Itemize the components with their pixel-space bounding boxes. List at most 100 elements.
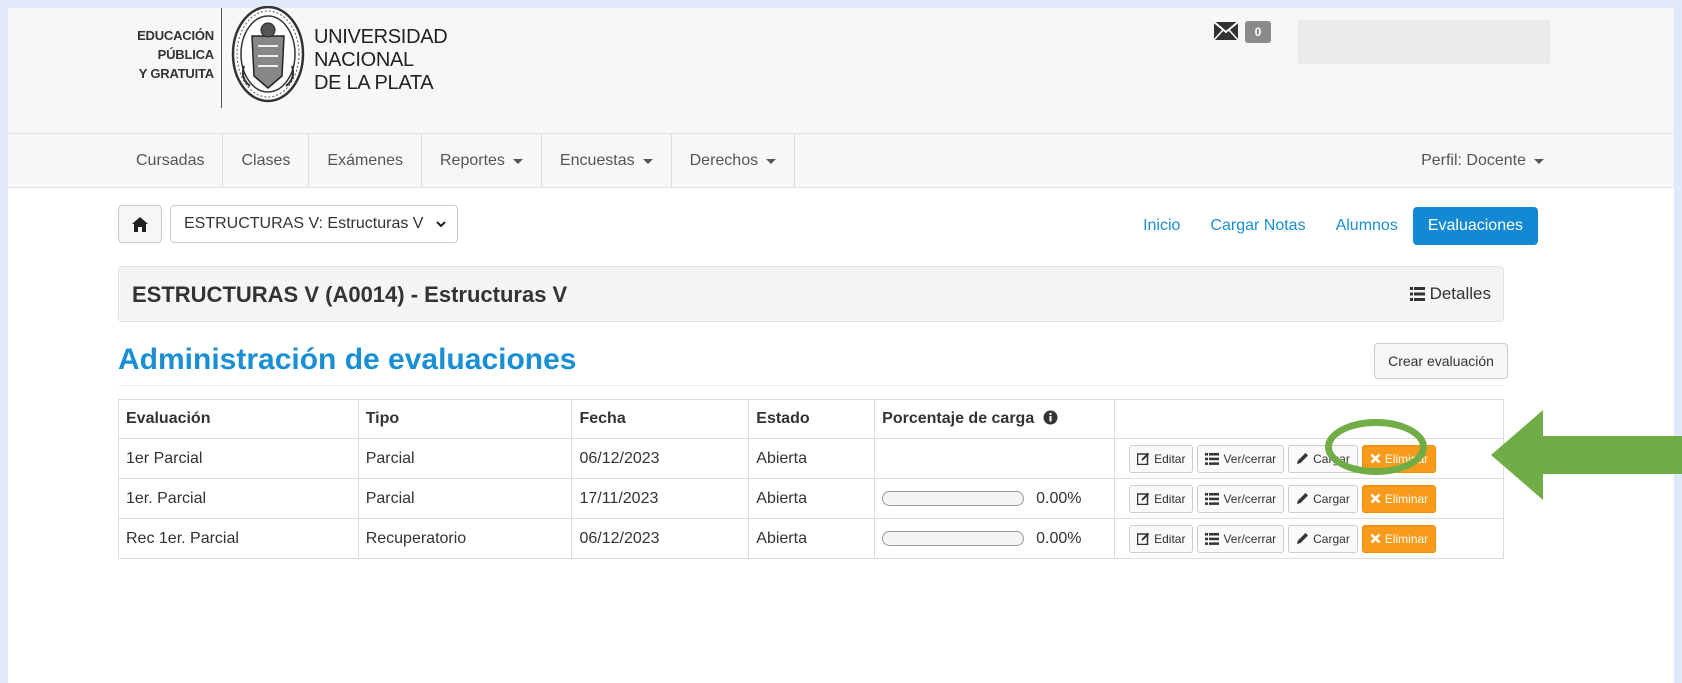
edit-button[interactable]: Editar [1129,484,1194,513]
divider [118,385,1504,386]
delete-label: Eliminar [1384,531,1429,546]
home-icon [132,216,148,232]
edit-icon [1137,532,1150,545]
profile-dropdown[interactable]: Perfil: Docente [1421,134,1544,188]
load-label: Cargar [1313,531,1350,546]
home-button[interactable] [118,205,162,243]
university-name: UNIVERSIDAD NACIONAL DE LA PLATA [314,26,448,95]
load-grades-button[interactable]: Cargar [1288,484,1358,513]
progress-bar [882,531,1025,546]
close-icon [1370,533,1381,544]
nav-item-cursadas[interactable]: Cursadas [118,134,224,188]
row-actions: Editar Ver/cerrar Cargar Eliminar [1122,484,1496,513]
view-close-label: Ver/cerrar [1223,531,1277,546]
cell-actions: Editar Ver/cerrar Cargar Eliminar [1114,438,1504,479]
cell-fecha: 06/12/2023 [571,438,750,479]
nav-item-clases[interactable]: Clases [223,134,310,188]
education-slogan: EDUCACIÓN PÚBLICA Y GRATUITA [118,26,214,83]
delete-button[interactable]: Eliminar [1361,484,1437,513]
cell-estado: Abierta [748,438,876,479]
edit-button[interactable]: Editar [1129,444,1194,473]
edit-icon [1137,452,1150,465]
table-row: Rec 1er. Parcial Recuperatorio 06/12/202… [118,518,1504,559]
table-row: 1er Parcial Parcial 06/12/2023 Abierta E… [118,438,1504,479]
pencil-icon [1297,533,1309,544]
tab-alumnos[interactable]: Alumnos [1321,207,1413,245]
nav-item-examenes[interactable]: Exámenes [309,134,422,188]
delete-label: Eliminar [1384,491,1429,506]
tab-inicio[interactable]: Inicio [1128,207,1195,245]
message-count-badge[interactable]: 0 [1245,21,1271,43]
details-button[interactable]: Detalles [1409,284,1491,304]
caret-down-icon [642,158,653,164]
cell-fecha: 06/12/2023 [571,518,750,559]
cell-tipo: Recuperatorio [357,518,573,559]
progress-group: 0.00% [882,490,1107,508]
university-name-line: DE LA PLATA [314,72,434,94]
arrow-left-icon [1491,410,1682,500]
nav-item-label: Exámenes [327,152,403,169]
column-header-percent: Porcentaje de carga [874,399,1116,439]
university-seal-logo [231,6,305,103]
load-grades-button[interactable]: Cargar [1288,524,1358,553]
user-info-box[interactable] [1298,20,1550,64]
course-panel: ESTRUCTURAS V (A0014) - Estructuras V De… [118,266,1504,322]
pencil-icon [1297,493,1309,504]
column-header: Fecha [571,399,750,439]
course-tabs: Inicio Cargar Notas Alumnos Evaluaciones [1128,207,1538,245]
nav-item-encuestas[interactable]: Encuestas [542,134,672,188]
load-label: Cargar [1313,491,1350,506]
evaluations-table: Evaluación Tipo Fecha Estado Porcentaje … [118,399,1504,559]
cell-fecha: 17/11/2023 [571,478,750,519]
view-close-label: Ver/cerrar [1223,491,1277,506]
tab-cargar-notas[interactable]: Cargar Notas [1195,207,1320,245]
view-close-button[interactable]: Ver/cerrar [1197,524,1285,553]
progress-bar [882,491,1025,506]
percent-label: 0.00% [1036,489,1082,507]
slogan-line: PÚBLICA [157,47,215,62]
main-navbar: Cursadas Clases Exámenes Reportes Encues… [8,134,1674,188]
info-icon[interactable] [1043,410,1058,425]
chevron-down-icon [436,221,446,228]
nav-item-label: Derechos [689,152,759,169]
edit-button[interactable]: Editar [1129,524,1194,553]
caret-down-icon [1534,158,1544,164]
university-name-line: UNIVERSIDAD [314,26,448,48]
nav-item-derechos[interactable]: Derechos [672,134,796,188]
cell-porcentaje: 0.00% [874,518,1116,559]
course-select[interactable]: ESTRUCTURAS V: Estructuras V [170,205,458,243]
caret-down-icon [766,158,777,164]
edit-icon [1137,492,1150,505]
envelope-icon[interactable] [1213,21,1239,41]
delete-button[interactable]: Eliminar [1361,524,1437,553]
cell-actions: Editar Ver/cerrar Cargar Eliminar [1114,478,1504,519]
create-evaluation-button[interactable]: Crear evaluación [1374,343,1508,379]
pencil-icon [1297,453,1309,464]
list-icon [1205,452,1220,465]
nav-menu: Cursadas Clases Exámenes Reportes Encues… [118,134,796,188]
profile-label: Perfil: Docente [1421,152,1526,169]
cell-tipo: Parcial [357,478,573,519]
row-actions: Editar Ver/cerrar Cargar Eliminar [1122,444,1496,473]
view-close-button[interactable]: Ver/cerrar [1197,484,1285,513]
progress-group: 0.00% [882,530,1107,548]
column-header-actions [1114,399,1504,439]
row-actions: Editar Ver/cerrar Cargar Eliminar [1122,524,1496,553]
site-header: EDUCACIÓN PÚBLICA Y GRATUITA UNIVERSIDAD… [8,6,1674,134]
tab-evaluaciones[interactable]: Evaluaciones [1412,207,1538,245]
nav-item-label: Reportes [439,152,505,169]
university-name-line: NACIONAL [314,49,414,71]
cell-porcentaje [874,438,1116,479]
cell-evaluacion: 1er. Parcial [118,478,359,519]
cell-evaluacion: 1er Parcial [118,438,359,479]
view-close-button[interactable]: Ver/cerrar [1197,444,1285,473]
list-icon [1409,287,1425,301]
list-icon [1205,492,1220,505]
page: EDUCACIÓN PÚBLICA Y GRATUITA UNIVERSIDAD… [8,6,1674,683]
nav-item-reportes[interactable]: Reportes [422,134,542,188]
edit-label: Editar [1154,451,1186,466]
caret-down-icon [512,158,523,164]
nav-item-label: Cursadas [136,152,205,169]
cell-tipo: Parcial [357,438,573,479]
view-close-label: Ver/cerrar [1223,451,1277,466]
